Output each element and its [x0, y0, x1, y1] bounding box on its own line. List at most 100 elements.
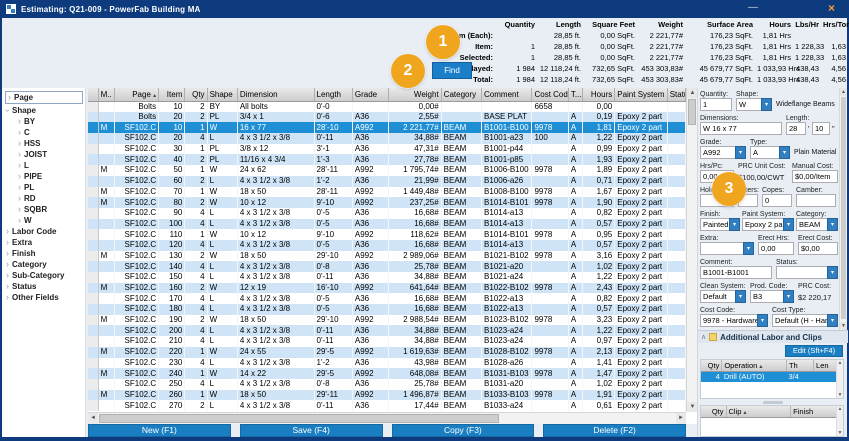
table-row[interactable]: SF102.C1004L4 x 3 1/2 x 3/80'-5A3616,68#… [88, 219, 686, 230]
table-row[interactable]: SF102.C301PL3/8 x 123'-1A3647,31#BEAMB10… [88, 144, 686, 155]
prod-code-select[interactable]: B3▾ [750, 290, 794, 303]
row-selector[interactable] [88, 261, 98, 272]
comment-input[interactable]: B1001-B1001 [700, 266, 772, 279]
grid-col-statu[interactable]: Statu ▴ [667, 88, 685, 101]
mini-col-finish[interactable]: Finish [791, 406, 837, 417]
chevron-icon[interactable]: › [2, 109, 13, 112]
mini-grid-row[interactable]: 4Drill (AUTO)3/4 [701, 371, 837, 382]
erect-hrs-input[interactable]: 0,00 [758, 242, 794, 255]
table-row[interactable]: SF102.C204L4 x 3 1/2 x 3/80'-11A3634,88#… [88, 133, 686, 144]
row-selector[interactable] [88, 187, 98, 198]
sidebar-item-hss[interactable]: ›HSS [2, 138, 85, 149]
table-row[interactable]: SF102.C1804L4 x 3 1/2 x 3/80'-5A3616,68#… [88, 304, 686, 315]
grid-col-item[interactable]: Item [159, 88, 185, 101]
grid-col-cost-code[interactable]: Cost Code [532, 88, 568, 101]
table-row[interactable]: SF102.C904L4 x 3 1/2 x 3/80'-5A3616,68#B… [88, 208, 686, 219]
grid-col-shape[interactable]: Shape [207, 88, 237, 101]
row-selector[interactable] [88, 251, 98, 262]
mini-col-th[interactable]: Th [786, 360, 813, 371]
category-select[interactable]: BEAM▾ [796, 218, 838, 231]
table-row[interactable]: SF102.C402PL11/16 x 4 3/41'-3A3627,78#BE… [88, 154, 686, 165]
length-feet-input[interactable]: 28 [786, 122, 806, 135]
scroll-right-icon[interactable]: ► [676, 413, 686, 424]
additional-section-header[interactable]: ∧ Additional Labor and Clips [698, 330, 848, 343]
chevron-icon[interactable]: › [18, 204, 21, 215]
splitter-handle[interactable] [763, 401, 783, 404]
paint-system-select[interactable]: Epoxy 2 part▾ [742, 218, 794, 231]
grid-col-comment[interactable]: Comment [482, 88, 532, 101]
chevron-icon[interactable]: › [6, 292, 9, 303]
status-select[interactable]: ▾ [776, 266, 838, 279]
table-row[interactable]: MSF102.C1602W12 x 1916'-10A992641,64#BEA… [88, 283, 686, 294]
new-f1-button[interactable]: New (F1) [88, 424, 231, 437]
dropdown-arrow-icon[interactable]: ▾ [783, 290, 794, 303]
row-selector[interactable] [88, 240, 98, 251]
row-selector[interactable] [88, 390, 98, 401]
sidebar-item-joist[interactable]: ›JOIST [2, 149, 85, 160]
camber-input[interactable] [796, 194, 836, 207]
grid-col-paint-system[interactable]: Paint System [615, 88, 667, 101]
row-selector[interactable] [88, 208, 98, 219]
grade-select[interactable]: A992▾ [700, 146, 746, 159]
manual-cost-input[interactable]: $0,00/Item [792, 170, 838, 183]
grid-col-hours[interactable]: Hours [582, 88, 614, 101]
chevron-icon[interactable]: › [6, 281, 9, 292]
dropdown-arrow-icon[interactable]: ▾ [735, 290, 746, 303]
type-select[interactable]: A▾ [750, 146, 790, 159]
scroll-thumb[interactable] [841, 97, 846, 319]
sidebar-item-l[interactable]: ›L [2, 160, 85, 171]
row-selector[interactable] [88, 165, 98, 176]
scroll-up-icon[interactable]: ▲ [840, 88, 847, 96]
scroll-down-icon[interactable]: ▼ [840, 322, 847, 330]
table-row[interactable]: Bolts102BYAll bolts0'-00,00#66580,00 [88, 101, 686, 112]
row-selector[interactable] [88, 176, 98, 187]
table-row[interactable]: SF102.C602L4 x 3 1/2 x 3/81'-2A3621,99#B… [88, 176, 686, 187]
shape-select[interactable]: W▾ [736, 98, 772, 111]
row-selector[interactable] [88, 293, 98, 304]
table-row[interactable]: SF102.C2504L4 x 3 1/2 x 3/80'-8A3625,78#… [88, 379, 686, 390]
table-row[interactable]: Bolts202PL3/4 x 10'-6A362,55#BASE PLATA0… [88, 112, 686, 123]
collapse-icon[interactable]: ∧ [701, 333, 706, 341]
cost-code-select[interactable]: 9978 - Hardware▾ [700, 314, 768, 327]
dropdown-arrow-icon[interactable]: ▾ [779, 146, 790, 159]
save-f4-button[interactable]: Save (F4) [240, 424, 383, 437]
table-row[interactable]: SF102.C1101W10 x 129'-10A992118,62#BEAMB… [88, 229, 686, 240]
delete-f2-button[interactable]: Delete (F2) [543, 424, 686, 437]
extra-select[interactable]: ▾ [700, 242, 754, 255]
table-row[interactable]: MSF102.C2601W18 x 5029'-11A9921 496,87#B… [88, 390, 686, 401]
row-selector[interactable] [88, 229, 98, 240]
row-selector[interactable] [88, 154, 98, 165]
sidebar-item-pl[interactable]: ›PL [2, 182, 85, 193]
grid-col-t[interactable]: T... [568, 88, 582, 101]
sidebar-item-pipe[interactable]: ›PIPE [2, 171, 85, 182]
mini-col-operation[interactable]: Operation ▴ [722, 360, 787, 371]
dropdown-arrow-icon[interactable]: ▾ [761, 98, 772, 111]
sidebar-item-w[interactable]: ›W [2, 215, 85, 226]
row-selector[interactable] [88, 122, 98, 133]
grid-col-dimension[interactable]: Dimension [237, 88, 314, 101]
horizontal-scrollbar[interactable]: ◄ ► [88, 412, 686, 424]
sidebar-item-category[interactable]: ›Category [2, 259, 85, 270]
table-row[interactable]: SF102.C1204L4 x 3 1/2 x 3/80'-5A3616,68#… [88, 240, 686, 251]
scroll-thumb[interactable] [688, 99, 696, 125]
row-selector[interactable] [88, 133, 98, 144]
grid-col-category[interactable]: Category [441, 88, 481, 101]
row-selector[interactable] [88, 101, 98, 112]
row-selector[interactable] [88, 325, 98, 336]
table-row[interactable]: SF102.C2004L4 x 3 1/2 x 3/80'-11A3634,88… [88, 325, 686, 336]
clean-system-select[interactable]: Default▾ [700, 290, 746, 303]
mini-scrollbar[interactable]: ▲▼ [836, 406, 843, 436]
table-row[interactable]: SF102.C2702L4 x 3 1/2 x 3/80'-11A3617,44… [88, 400, 686, 411]
table-row[interactable]: SF102.C1504L4 x 3 1/2 x 3/80'-11A3634,88… [88, 272, 686, 283]
row-selector[interactable] [88, 336, 98, 347]
row-selector[interactable] [88, 379, 98, 390]
chevron-icon[interactable]: › [18, 149, 21, 160]
scroll-down-icon[interactable]: ▼ [838, 430, 843, 436]
cost-type-select[interactable]: Default (H - Hardwar▾ [772, 314, 838, 327]
row-selector[interactable] [88, 112, 98, 123]
row-selector[interactable] [88, 219, 98, 230]
scroll-left-icon[interactable]: ◄ [88, 413, 98, 424]
grid-col-weight[interactable]: Weight [389, 88, 441, 101]
copy-f3-button[interactable]: Copy (F3) [392, 424, 535, 437]
erect-cost-input[interactable]: $0,00 [798, 242, 838, 255]
